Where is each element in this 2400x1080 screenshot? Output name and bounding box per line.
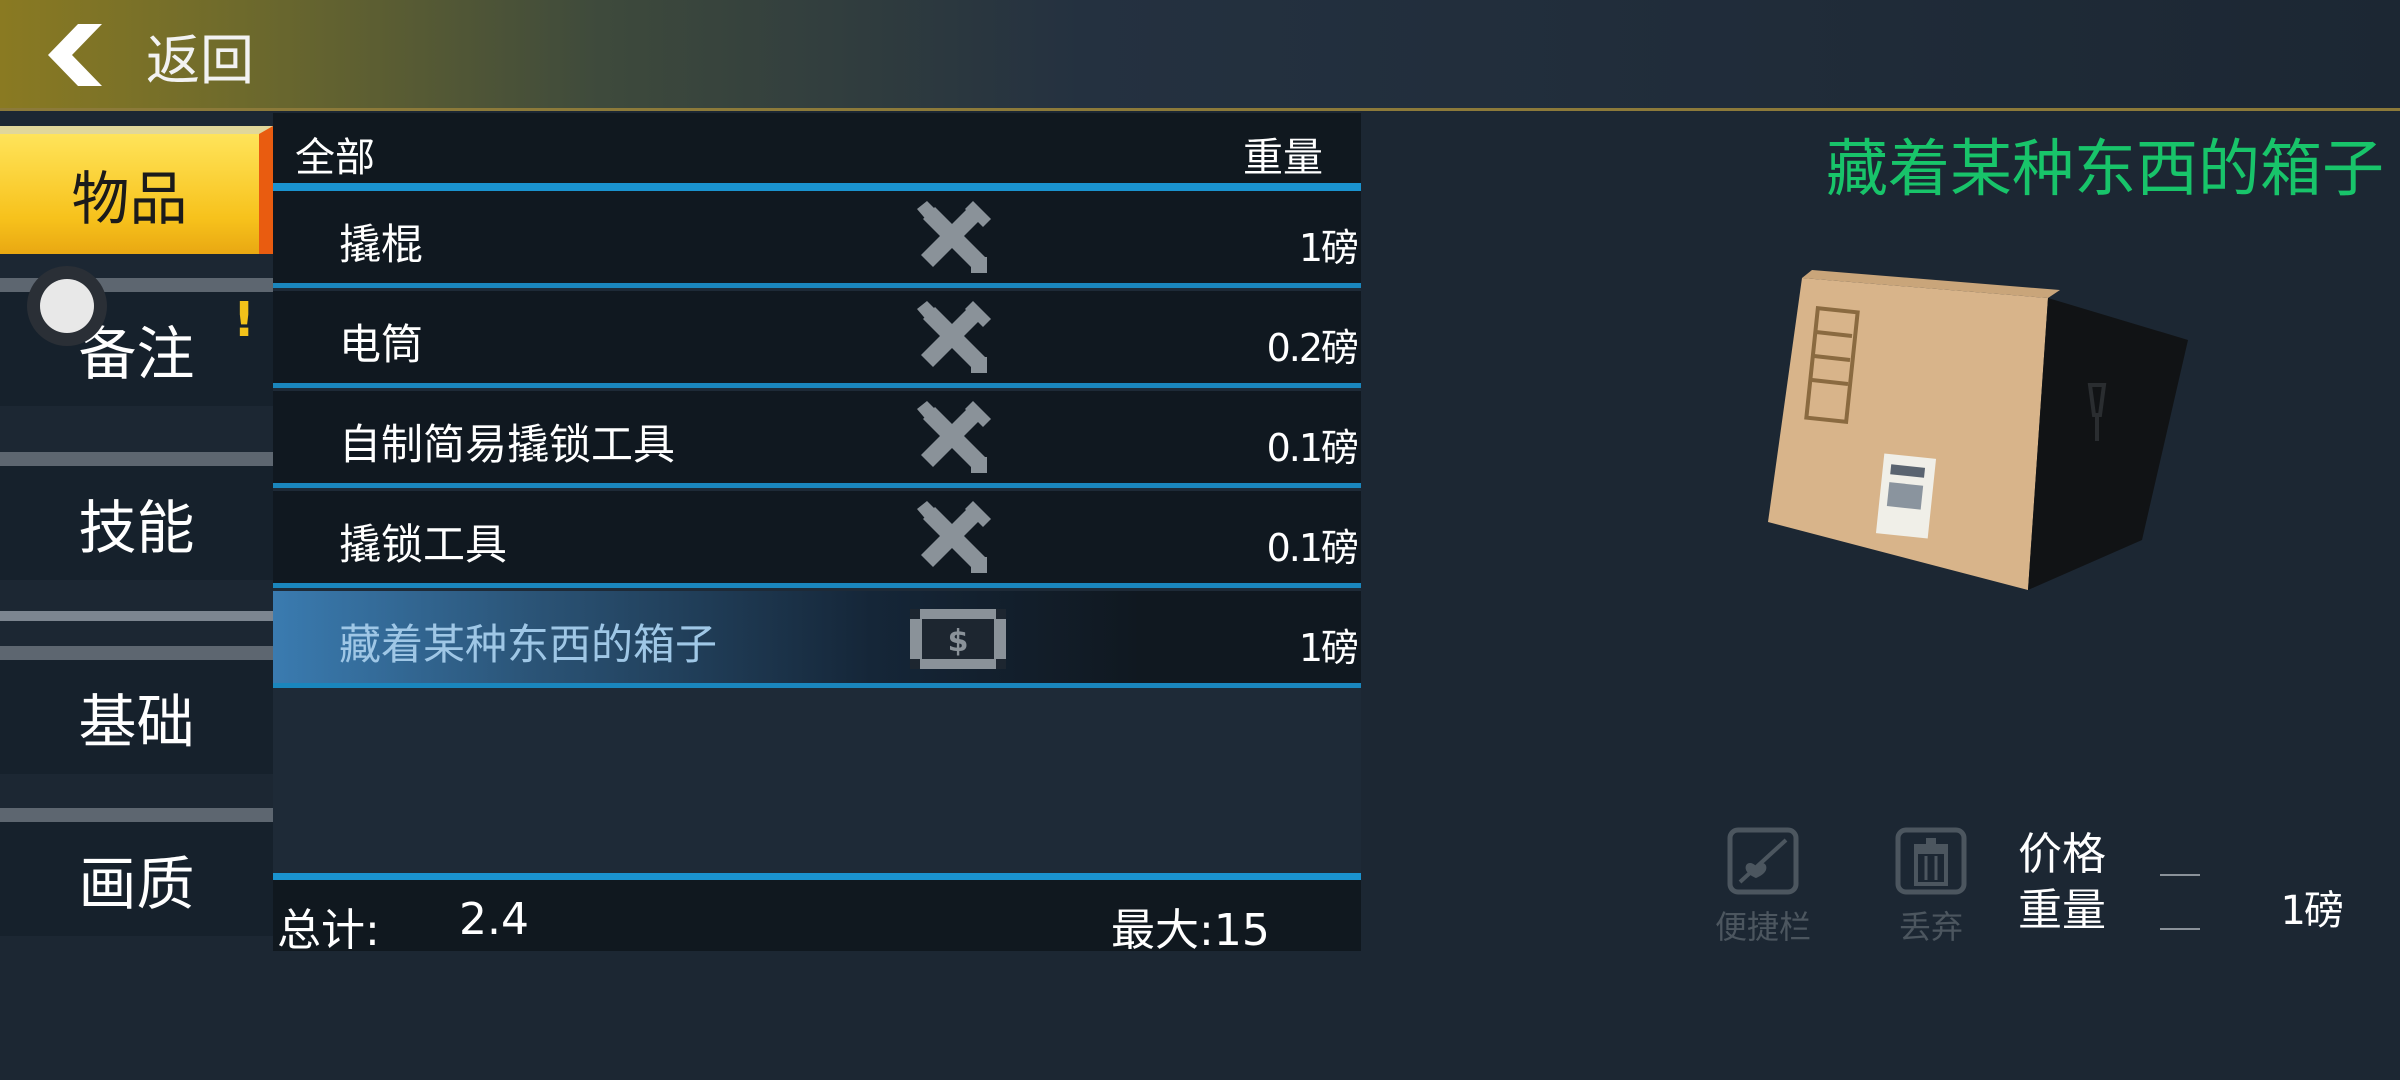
list-header: 全部 重量 bbox=[273, 113, 1361, 191]
list-item[interactable]: 自制简易撬锁工具 0.1磅 bbox=[273, 391, 1361, 488]
tab-skills-label: 技能 bbox=[78, 494, 195, 562]
hotbar-label: 便捷栏 bbox=[1714, 908, 1811, 946]
tools-icon bbox=[917, 501, 991, 573]
tab-divider bbox=[0, 611, 273, 621]
item-name: 藏着某种东西的箱子 bbox=[339, 620, 718, 669]
tab-quality-label: 画质 bbox=[78, 850, 195, 918]
price-value-line bbox=[2160, 874, 2200, 876]
item-weight: 0.2磅 bbox=[1266, 326, 1359, 370]
weight-footer: 总计: 2.4 最大:15 bbox=[273, 873, 1361, 956]
inventory-panel: 全部 重量 撬棍 1磅 电筒 0.2磅 自制简易撬锁工具 0.1磅 撬锁工具 0… bbox=[273, 113, 1361, 956]
discard-button[interactable]: 丢弃 bbox=[1876, 826, 1986, 948]
weight-value: 1磅 bbox=[2280, 888, 2344, 934]
item-name: 自制简易撬锁工具 bbox=[339, 420, 676, 469]
chevron-left-icon bbox=[48, 24, 102, 86]
filter-all-label[interactable]: 全部 bbox=[295, 125, 375, 183]
tab-basic[interactable]: 基础 bbox=[0, 646, 273, 774]
item-name: 撬锁工具 bbox=[339, 520, 508, 569]
tools-icon bbox=[917, 401, 991, 473]
hotbar-button[interactable]: 便捷栏 bbox=[1708, 826, 1818, 948]
back-label: 返回 bbox=[146, 28, 254, 92]
tools-icon bbox=[917, 201, 991, 273]
item-weight: 1磅 bbox=[1298, 626, 1359, 670]
item-weight: 0.1磅 bbox=[1266, 426, 1359, 470]
weight-column-header[interactable]: 重量 bbox=[1243, 125, 1323, 183]
discard-label: 丢弃 bbox=[1898, 908, 1963, 946]
tab-items[interactable]: 物品 bbox=[0, 126, 273, 254]
tab-skills[interactable]: 技能 bbox=[0, 452, 273, 580]
total-value: 2.4 bbox=[459, 894, 529, 945]
weight-label: 重量 bbox=[2018, 885, 2106, 936]
list-item[interactable]: 电筒 0.2磅 bbox=[273, 291, 1361, 388]
item-title: 藏着某种东西的箱子 bbox=[1825, 132, 2384, 205]
item-name: 电筒 bbox=[339, 320, 424, 369]
tab-items-label: 物品 bbox=[71, 165, 188, 233]
tab-basic-label: 基础 bbox=[78, 688, 195, 756]
trash-icon bbox=[1895, 827, 1967, 895]
max-weight: 最大:15 bbox=[1111, 905, 1270, 956]
svg-text:$: $ bbox=[948, 624, 969, 659]
list-item[interactable]: 撬棍 1磅 bbox=[273, 191, 1361, 288]
box-item-image bbox=[1768, 270, 2188, 590]
alert-badge: ! bbox=[233, 292, 255, 348]
list-item-selected[interactable]: 藏着某种东西的箱子 $ 1磅 bbox=[273, 591, 1361, 688]
back-button[interactable]: 返回 bbox=[40, 20, 254, 92]
weight-value-line bbox=[2160, 928, 2200, 930]
price-label: 价格 bbox=[2018, 829, 2106, 880]
total-label: 总计: bbox=[277, 905, 380, 956]
money-icon: $ bbox=[910, 609, 1006, 669]
item-weight: 0.1磅 bbox=[1266, 526, 1359, 570]
tab-quality[interactable]: 画质 bbox=[0, 808, 273, 936]
list-item[interactable]: 撬锁工具 0.1磅 bbox=[273, 491, 1361, 588]
top-bar: 返回 bbox=[0, 0, 2400, 111]
item-name: 撬棍 bbox=[339, 220, 424, 269]
item-weight: 1磅 bbox=[1298, 226, 1359, 270]
hotbar-icon bbox=[1727, 827, 1799, 895]
tools-icon bbox=[917, 301, 991, 373]
floating-toggle-button[interactable] bbox=[27, 266, 107, 346]
